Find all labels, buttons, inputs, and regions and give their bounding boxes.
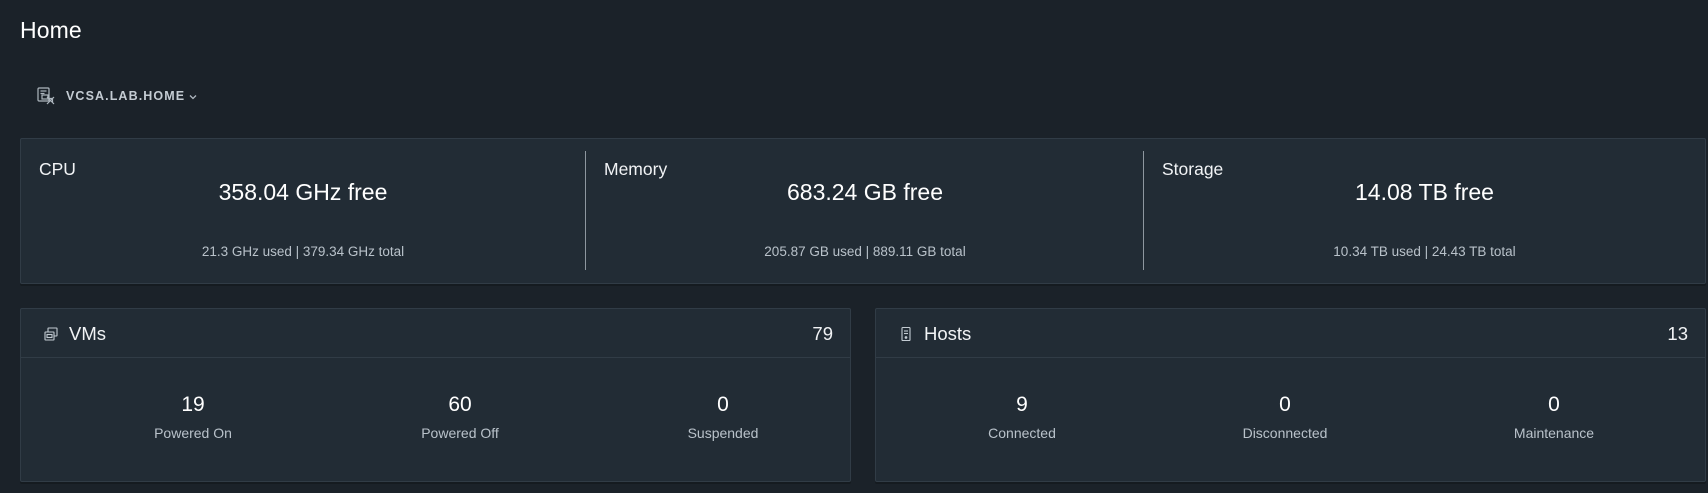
stat-label: Powered Off (421, 425, 499, 441)
memory-capacity: Memory 683.24 GB free 205.87 GB used | 8… (586, 139, 1144, 285)
memory-free: 683.24 GB free (787, 179, 943, 205)
vms-powered-on: 19 Powered On (93, 393, 293, 441)
hosts-disconnected: 0 Disconnected (1185, 393, 1385, 441)
storage-title: Storage (1162, 159, 1224, 179)
hosts-card-header: Hosts 13 (876, 309, 1705, 358)
vms-card-header: VMs 79 (21, 309, 850, 358)
stat-value: 0 (717, 393, 729, 416)
vms-total-count: 79 (812, 323, 833, 344)
stat-label: Powered On (154, 425, 232, 441)
vms-title: VMs (69, 323, 106, 344)
home-page: Home VCSA.LAB.HOME CPU 358.04 GHz free 2… (0, 0, 1708, 493)
stat-label: Disconnected (1242, 425, 1328, 441)
stat-label: Connected (988, 425, 1056, 441)
cpu-usage-detail: 21.3 GHz used | 379.34 GHz total (201, 244, 405, 259)
hosts-card[interactable]: Hosts 13 9 Connected 0 Disconnected 0 Ma… (875, 308, 1706, 482)
cpu-free: 358.04 GHz free (218, 179, 388, 205)
hosts-total-count: 13 (1667, 323, 1688, 344)
capacity-card: CPU 358.04 GHz free 21.3 GHz used | 379.… (20, 138, 1706, 284)
vcenter-selector[interactable]: VCSA.LAB.HOME (36, 86, 198, 106)
cpu-capacity: CPU 358.04 GHz free 21.3 GHz used | 379.… (21, 139, 585, 285)
stat-value: 9 (1016, 393, 1028, 416)
cpu-title: CPU (39, 159, 76, 179)
vms-powered-off: 60 Powered Off (360, 393, 560, 441)
stat-value: 60 (448, 393, 472, 416)
hosts-maintenance: 0 Maintenance (1454, 393, 1654, 441)
vcenter-icon (36, 86, 56, 106)
page-title: Home (20, 17, 82, 43)
stat-value: 19 (181, 393, 205, 416)
storage-capacity: Storage 14.08 TB free 10.34 TB used | 24… (1144, 139, 1705, 285)
hosts-title: Hosts (924, 323, 972, 344)
memory-usage-detail: 205.87 GB used | 889.11 GB total (764, 244, 966, 259)
chevron-down-icon (188, 92, 198, 102)
vms-suspended: 0 Suspended (623, 393, 823, 441)
memory-title: Memory (604, 159, 668, 179)
host-icon (898, 326, 914, 342)
hosts-connected: 9 Connected (922, 393, 1122, 441)
vcenter-name: VCSA.LAB.HOME (66, 89, 186, 103)
storage-usage-detail: 10.34 TB used | 24.43 TB total (1333, 244, 1516, 259)
stat-label: Maintenance (1513, 425, 1595, 441)
stat-label: Suspended (687, 425, 759, 441)
vms-card[interactable]: VMs 79 19 Powered On 60 Powered Off 0 Su… (20, 308, 851, 482)
vms-icon (43, 326, 59, 342)
storage-free: 14.08 TB free (1355, 179, 1494, 205)
stat-value: 0 (1548, 393, 1560, 416)
stat-value: 0 (1279, 393, 1291, 416)
